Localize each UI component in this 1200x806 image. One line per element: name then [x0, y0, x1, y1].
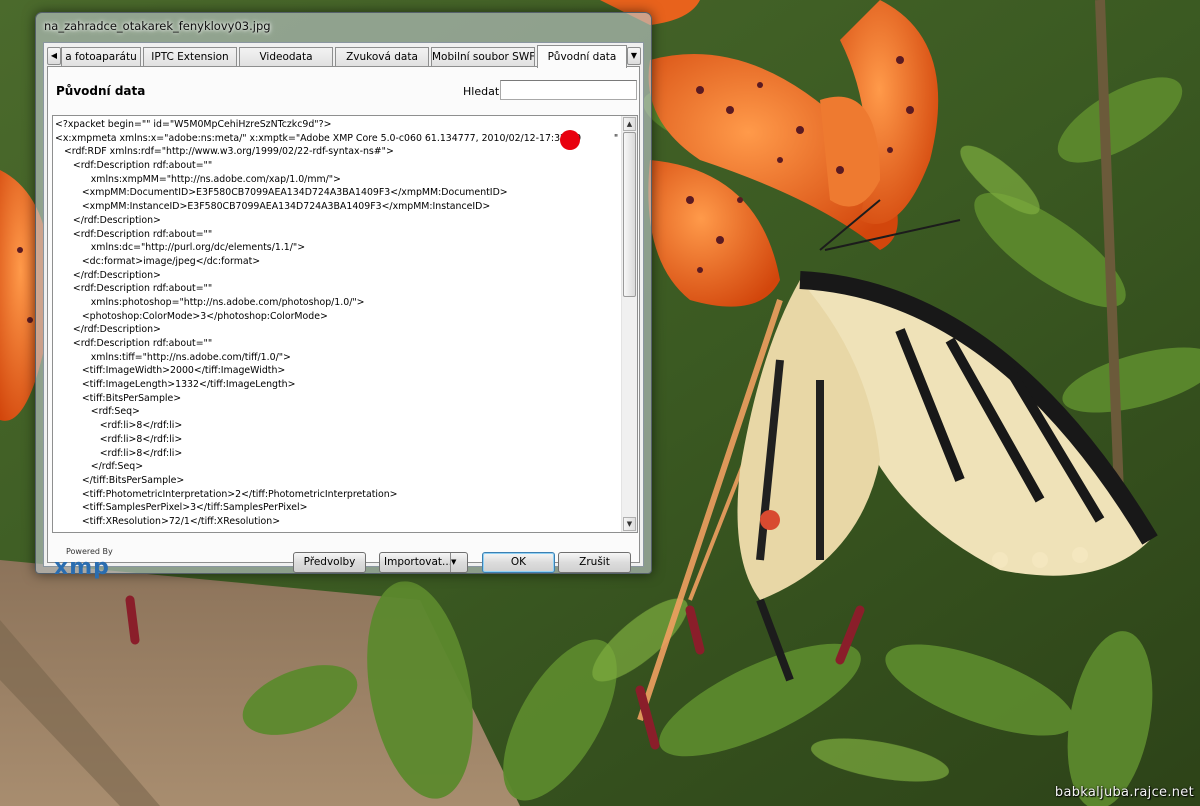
xml-line: <dc:format>image/jpeg</dc:format> — [55, 255, 261, 267]
tab-audio-data[interactable]: Zvuková data — [335, 47, 429, 67]
dialog-client-area: ◀ a fotoaparátu IPTC Extension Videodata… — [43, 42, 644, 579]
xml-line: <rdf:RDF xmlns:rdf="http://www.w3.org/19… — [55, 146, 394, 158]
import-dropdown-button[interactable]: ▼ — [450, 553, 467, 572]
xml-line-list: <?xpacket begin="" id="W5M0MpCehiHzreSzN… — [55, 118, 619, 529]
xml-line: <rdf:Description rdf:about="" — [55, 228, 213, 240]
panel-title: Původní data — [56, 84, 146, 98]
ok-button[interactable]: OK — [482, 552, 555, 573]
tab-list-dropdown-button[interactable]: ▼ — [627, 47, 641, 65]
photo-credit: babkaljuba.rajce.net — [1054, 785, 1194, 800]
import-button[interactable]: Importovat... ▼ — [379, 552, 468, 573]
arrow-left-icon: ◀ — [50, 51, 58, 60]
xml-line: <photoshop:ColorMode>3</photoshop:ColorM… — [55, 310, 328, 322]
tab-mobile-swf[interactable]: Mobilní soubor SWF — [431, 47, 535, 67]
xml-line: xmlns:tiff="http://ns.adobe.com/tiff/1.0… — [55, 351, 291, 363]
xmp-source-view[interactable]: <?xpacket begin="" id="W5M0MpCehiHzreSzN… — [52, 115, 638, 533]
xml-line: <tiff:PhotometricInterpretation>2</tiff:… — [55, 488, 398, 500]
xml-line: </rdf:Description> — [55, 214, 161, 226]
xml-line: <rdf:li>8</rdf:li> — [55, 420, 183, 432]
xmp-logo: Powered By xmp — [54, 547, 113, 579]
chevron-down-icon: ▼ — [630, 51, 638, 60]
preferences-button-label: Předvolby — [303, 556, 356, 568]
tab-camera-data[interactable]: a fotoaparátu — [61, 47, 141, 67]
tab-iptc-extension[interactable]: IPTC Extension — [143, 47, 237, 67]
cancel-button[interactable]: Zrušit — [558, 552, 631, 573]
xml-line: </rdf:Description> — [55, 324, 161, 336]
tab-video-data[interactable]: Videodata — [239, 47, 333, 67]
xml-line: <rdf:Description rdf:about="" — [55, 283, 213, 295]
xml-line: <rdf:Description rdf:about="" — [55, 160, 213, 172]
xml-line: <tiff:SamplesPerPixel>3</tiff:SamplesPer… — [55, 502, 308, 514]
xml-line: xmlns:dc="http://purl.org/dc/elements/1.… — [55, 242, 306, 254]
search-input[interactable] — [500, 80, 637, 100]
search-label: Hledat: — [463, 85, 503, 98]
tab-raw-data[interactable]: Původní data — [537, 45, 627, 68]
xml-line: <tiff:XResolution>72/1</tiff:XResolution… — [55, 515, 281, 527]
xml-line: <rdf:li>8</rdf:li> — [55, 447, 183, 459]
xml-line: <rdf:Seq> — [55, 406, 140, 418]
xml-line: </rdf:Seq> — [55, 461, 144, 473]
xml-line: xmlns:photoshop="http://ns.adobe.com/pho… — [55, 296, 365, 308]
xml-line: <tiff:ImageLength>1332</tiff:ImageLength… — [55, 379, 296, 391]
xml-line: <x:xmpmeta xmlns:x="adobe:ns:meta/" x:xm… — [55, 132, 619, 144]
xml-line: <tiff:ImageWidth>2000</tiff:ImageWidth> — [55, 365, 286, 377]
xml-line: <xmpMM:DocumentID>E3F580CB7099AEA134D724… — [55, 187, 508, 199]
raw-data-panel: Původní data Hledat: <?xpacket begin="" … — [47, 66, 640, 579]
vertical-scrollbar[interactable]: ▲ ▼ — [621, 116, 637, 532]
xml-line: </rdf:Description> — [55, 269, 161, 281]
xml-line: <tiff:BitsPerSample> — [55, 392, 182, 404]
cancel-button-label: Zrušit — [579, 556, 610, 568]
xmp-wordmark: xmp — [54, 555, 110, 580]
import-button-label: Importovat... — [384, 556, 453, 568]
file-info-dialog: na_zahradce_otakarek_fenyklovy03.jpg ◀ a… — [35, 12, 652, 579]
scroll-down-button[interactable]: ▼ — [623, 517, 636, 531]
xml-line: <xmpMM:InstanceID>E3F580CB7099AEA134D724… — [55, 201, 491, 213]
cursor-marker — [560, 130, 580, 150]
arrow-down-icon: ▼ — [626, 520, 633, 528]
arrow-up-icon: ▲ — [626, 120, 633, 128]
ok-button-label: OK — [510, 556, 527, 568]
scroll-up-button[interactable]: ▲ — [623, 117, 636, 131]
tab-scroll-left-button[interactable]: ◀ — [47, 47, 61, 65]
chevron-down-icon: ▼ — [451, 558, 457, 566]
window-title: na_zahradce_otakarek_fenyklovy03.jpg — [44, 19, 271, 33]
preferences-button[interactable]: Předvolby — [293, 552, 366, 573]
scrollbar-thumb[interactable] — [623, 132, 636, 297]
window-titlebar[interactable]: na_zahradce_otakarek_fenyklovy03.jpg — [36, 13, 651, 39]
xml-line: <rdf:li>8</rdf:li> — [55, 433, 183, 445]
xml-line: </tiff:BitsPerSample> — [55, 474, 185, 486]
xml-line: xmlns:xmpMM="http://ns.adobe.com/xap/1.0… — [55, 173, 341, 185]
xml-line: <?xpacket begin="" id="W5M0MpCehiHzreSzN… — [55, 119, 332, 130]
xml-line: <rdf:Description rdf:about="" — [55, 338, 213, 349]
tab-strip: ◀ a fotoaparátu IPTC Extension Videodata… — [47, 45, 641, 68]
